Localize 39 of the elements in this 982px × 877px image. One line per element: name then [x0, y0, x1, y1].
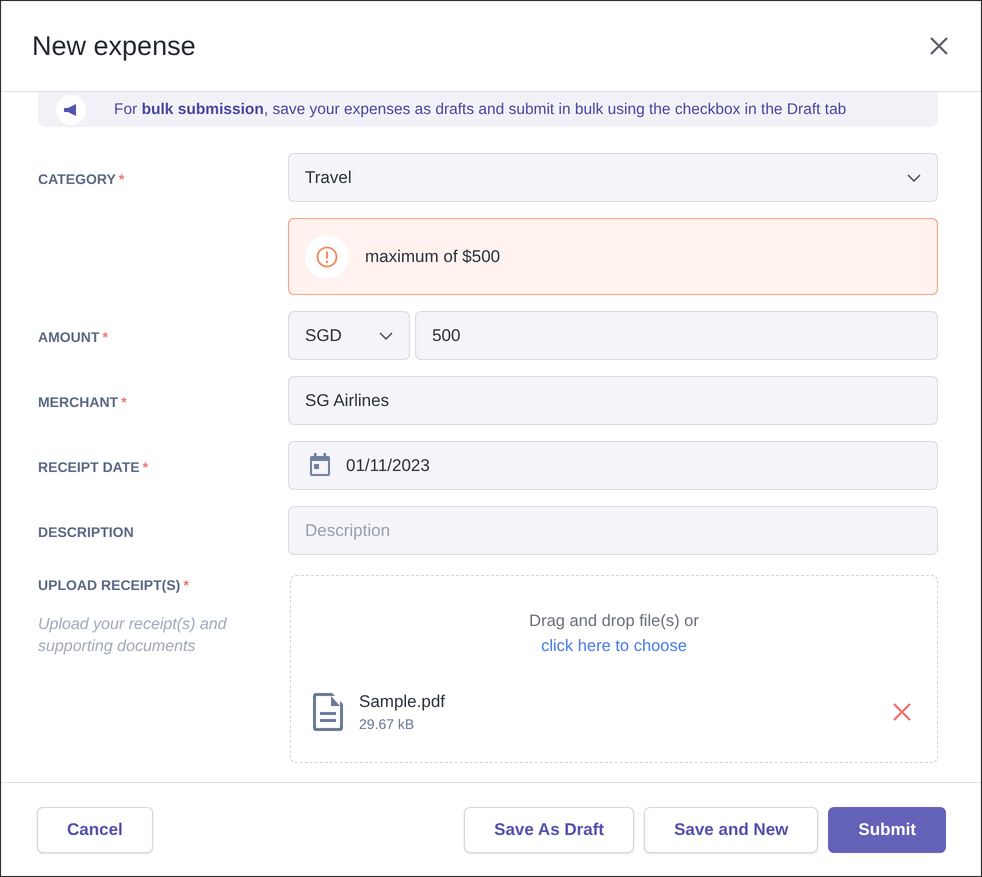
- choose-file-link[interactable]: click here to choose: [541, 636, 687, 655]
- chevron-down-icon: [379, 332, 394, 340]
- required-mark: *: [102, 329, 108, 345]
- field-label: MERCHANT: [38, 394, 118, 410]
- field-label: UPLOAD RECEIPT(S): [38, 577, 180, 593]
- file-name: Sample.pdf: [359, 690, 446, 713]
- modal-title: New expense: [32, 30, 196, 62]
- date-field[interactable]: 01/11/2023: [288, 441, 938, 490]
- field-label: DESCRIPTION: [38, 524, 134, 540]
- megaphone-icon: [63, 102, 79, 116]
- category-select[interactable]: Travel: [288, 153, 938, 202]
- dropzone[interactable]: Drag and drop file(s) or click here to choose Sample.pdf 29.67 kB: [290, 575, 938, 763]
- chevron-down-icon: [907, 174, 921, 182]
- warning-icon: [316, 246, 338, 268]
- dropzone-text: Drag and drop file(s) or: [528, 611, 700, 632]
- required-mark: *: [118, 171, 124, 187]
- amount-field[interactable]: 500: [415, 311, 938, 360]
- warning-text: maximum of $500: [365, 246, 500, 268]
- close-icon: [929, 36, 949, 56]
- banner-text: For bulk submission, save your expenses as drafts and submit in bulk using the checkbox in the Draft tab: [114, 100, 846, 120]
- field-label: CATEGORY: [38, 171, 116, 187]
- footer-button[interactable]: Save As Draft: [464, 806, 634, 852]
- close-icon: [893, 703, 911, 721]
- currency-select[interactable]: SGD: [288, 311, 410, 360]
- submit-button[interactable]: Submit: [828, 806, 946, 852]
- select-value: Travel: [305, 166, 352, 189]
- file-size: 29.67 kB: [359, 715, 416, 734]
- field-label: AMOUNT: [38, 329, 100, 345]
- field-label: RECEIPT DATE: [38, 459, 140, 475]
- required-mark: *: [183, 577, 189, 593]
- field-hint: Upload your receipt(s) and supporting documents: [38, 615, 228, 657]
- select-value: SGD: [305, 324, 342, 347]
- footer-button[interactable]: Save and New: [644, 806, 818, 852]
- document-icon: [313, 693, 343, 731]
- input-field[interactable]: SG Airlines: [288, 376, 938, 425]
- required-mark: *: [142, 459, 148, 475]
- required-mark: *: [121, 394, 127, 410]
- input-field[interactable]: Description: [288, 506, 938, 555]
- footer-button[interactable]: Cancel: [37, 806, 153, 852]
